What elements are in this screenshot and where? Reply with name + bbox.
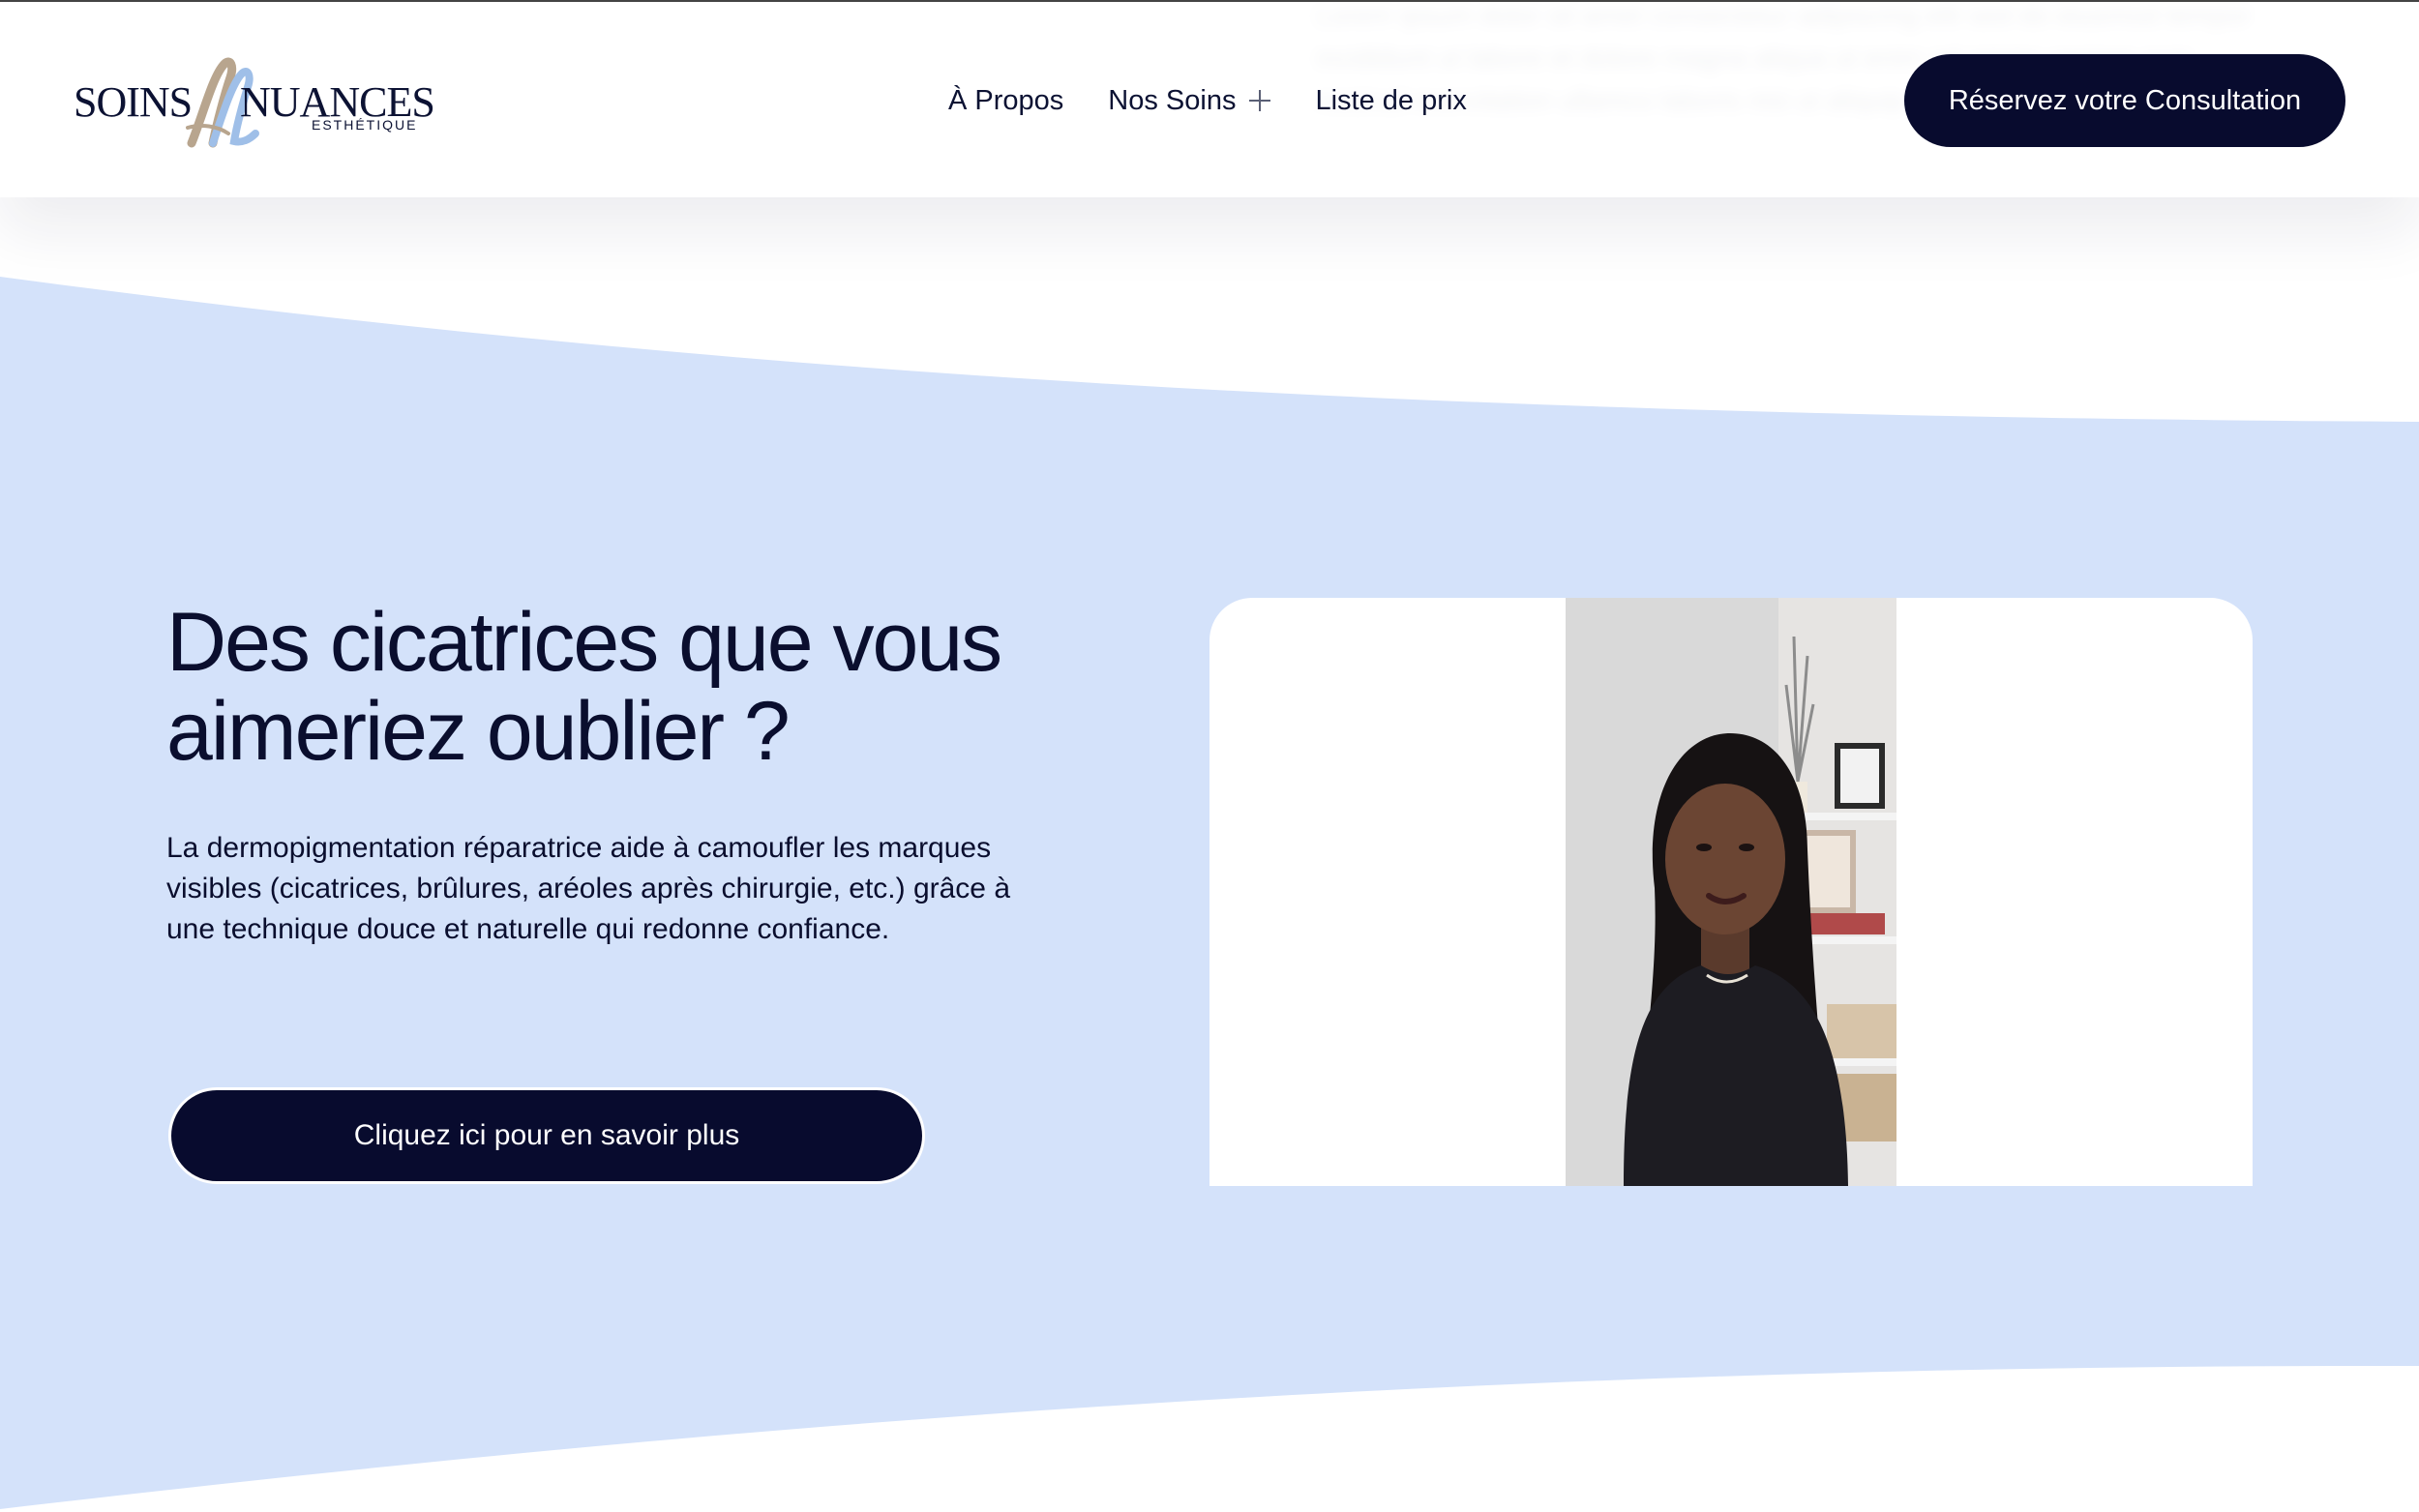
nav-item-label: Liste de prix — [1315, 84, 1467, 116]
learn-more-button[interactable]: Cliquez ici pour en savoir plus — [168, 1087, 925, 1184]
nav-item-label: Nos Soins — [1108, 84, 1237, 116]
plus-icon[interactable] — [1249, 90, 1271, 111]
nav-item-treatments[interactable]: Nos Soins — [1108, 84, 1271, 117]
video-card[interactable] — [1210, 598, 2253, 1186]
nav-item-about[interactable]: À Propos — [948, 85, 1063, 117]
hero-title: Des cicatrices que vous aimeriez oublier… — [166, 596, 1002, 778]
logo-subtitle: ESTHÉTIQUE — [312, 117, 418, 133]
main-nav: À Propos Nos Soins Liste de prix — [948, 77, 1467, 124]
video-still-image — [1566, 598, 1896, 1186]
brand-logo[interactable]: SOINS NUANCES ESTHÉTIQUE — [74, 56, 435, 149]
site-header: SOINS NUANCES ESTHÉTIQUE À Propos Nos So… — [0, 0, 2419, 197]
nav-item-price-list[interactable]: Liste de prix — [1315, 85, 1466, 117]
hero-description: La dermopigmentation réparatrice aide à … — [166, 832, 1011, 945]
nav-item-label: À Propos — [948, 84, 1064, 116]
book-consultation-button[interactable]: Réservez votre Consultation — [1904, 54, 2345, 147]
video-player[interactable] — [1566, 598, 1896, 1186]
